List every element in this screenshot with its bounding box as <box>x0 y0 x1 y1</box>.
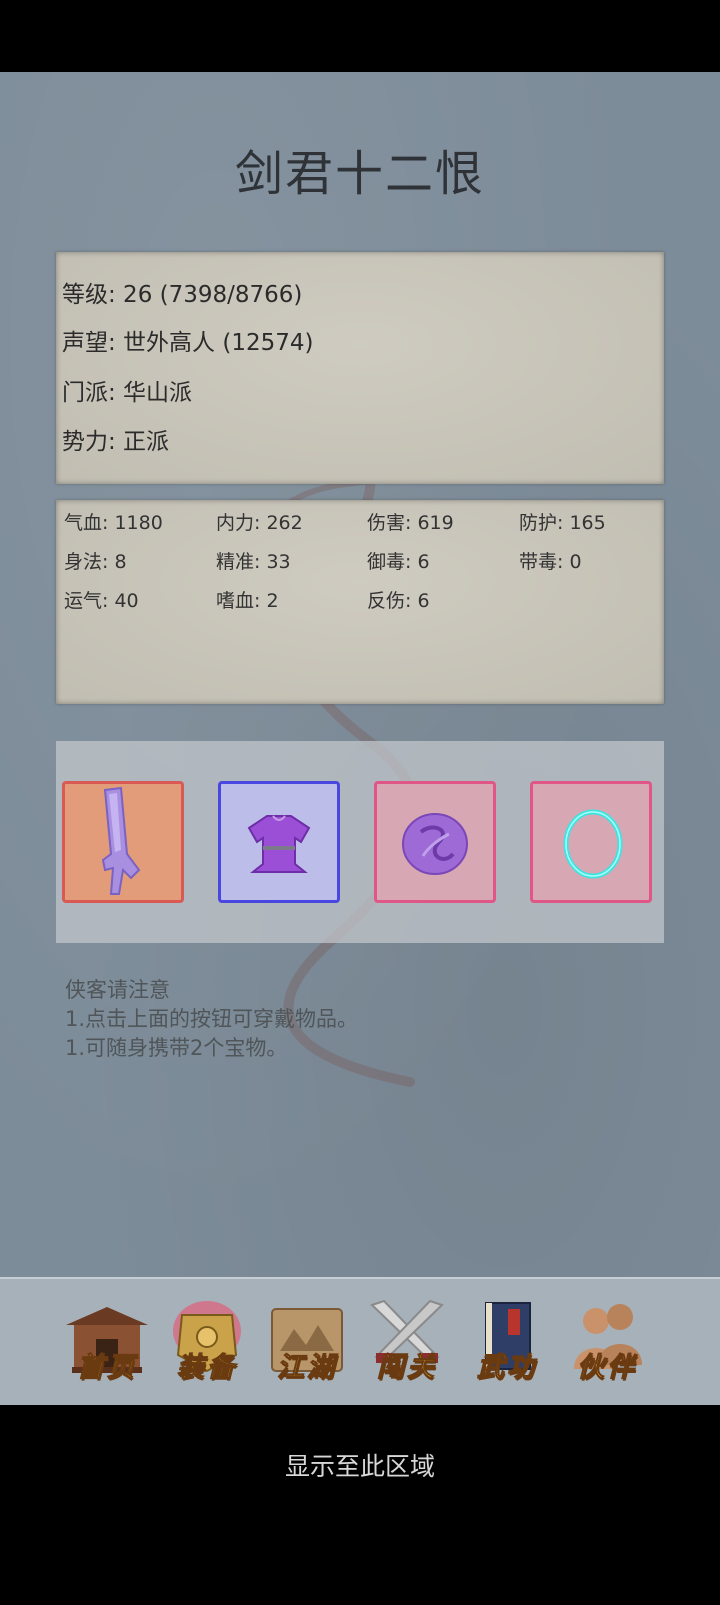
stat-defense: 防护: 165 <box>519 512 606 534</box>
faction-text: 势力: 正派 <box>62 429 170 455</box>
nav-home-label: 首页 <box>77 1352 137 1384</box>
nav-companions[interactable]: 伙伴 <box>562 1295 652 1391</box>
weapon-slot[interactable] <box>62 781 184 903</box>
bottom-strip: 显示至此区域 <box>0 1405 720 1605</box>
stat-inner-power: 内力: 262 <box>216 512 303 534</box>
display-area-text: 显示至此区域 <box>284 1452 435 1481</box>
character-name: 剑君十二恨 <box>234 146 485 202</box>
nav-martial-arts-label: 武功 <box>477 1352 537 1384</box>
stat-luck: 运气: 40 <box>64 590 139 612</box>
nav-challenge-label: 闯关 <box>377 1352 437 1384</box>
bottom-nav-bar: 首页 装备 江湖 闯关 武功 伙伴 <box>0 1277 720 1407</box>
notice-line-2: 1.可随身携带2个宝物。 <box>65 1036 288 1060</box>
attributes-panel: 气血: 1180 内力: 262 伤害: 619 防护: 165 身法: 8 精… <box>56 500 664 704</box>
ring-slot[interactable] <box>530 781 652 903</box>
notice-text: 侠客请注意 1.点击上面的按钮可穿戴物品。 1.可随身携带2个宝物。 <box>65 976 358 1063</box>
talisman-slot[interactable] <box>374 781 496 903</box>
notice-line-1: 1.点击上面的按钮可穿戴物品。 <box>65 1007 359 1031</box>
stat-health: 气血: 1180 <box>64 512 163 534</box>
armor-icon <box>247 815 311 873</box>
game-area: 剑君十二恨 等级: 26 (7398/8766) 声望: 世外高人 (12574… <box>0 72 720 1407</box>
stat-poison: 带毒: 0 <box>519 551 582 573</box>
nav-equipment-label: 装备 <box>177 1352 237 1384</box>
nav-jianghu-label: 江湖 <box>277 1352 337 1384</box>
sword-icon <box>101 786 141 895</box>
stat-lifesteal: 嗜血: 2 <box>216 590 279 612</box>
nav-home[interactable]: 首页 <box>62 1295 152 1391</box>
nav-equipment[interactable]: 装备 <box>162 1295 252 1391</box>
ring-icon <box>563 809 623 879</box>
stat-accuracy: 精准: 33 <box>216 551 291 573</box>
nav-challenge[interactable]: 闯关 <box>362 1295 452 1391</box>
nav-jianghu[interactable]: 江湖 <box>262 1295 352 1391</box>
stat-agility: 身法: 8 <box>64 551 127 573</box>
stat-reflect: 反伤: 6 <box>367 590 430 612</box>
character-info-panel: 等级: 26 (7398/8766) 声望: 世外高人 (12574) 门派: … <box>56 252 664 484</box>
armor-slot[interactable] <box>218 781 340 903</box>
stat-poison-resist: 御毒: 6 <box>367 551 430 573</box>
equipment-panel <box>56 741 664 943</box>
status-bar <box>0 0 720 72</box>
reputation-text: 声望: 世外高人 (12574) <box>62 330 314 356</box>
talisman-icon <box>402 813 468 875</box>
notice-title: 侠客请注意 <box>65 978 170 1002</box>
nav-martial-arts[interactable]: 武功 <box>462 1295 552 1391</box>
stat-damage: 伤害: 619 <box>367 512 454 534</box>
sect-text: 门派: 华山派 <box>62 380 193 406</box>
nav-companions-label: 伙伴 <box>577 1352 637 1384</box>
level-text: 等级: 26 (7398/8766) <box>62 282 303 308</box>
